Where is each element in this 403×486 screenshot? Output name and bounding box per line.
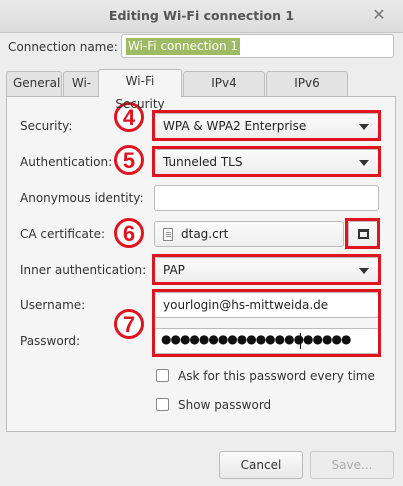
ask-password-checkbox[interactable] <box>156 369 169 382</box>
security-label: Security: <box>20 119 73 133</box>
ask-password-label: Ask for this password every time <box>178 369 375 383</box>
tab-general[interactable]: General <box>6 71 62 96</box>
connection-name-label: Connection name: <box>8 40 118 54</box>
cancel-button[interactable]: Cancel <box>219 451 303 479</box>
authentication-label: Authentication: <box>20 155 113 169</box>
dialog-window: Editing Wi-Fi connection 1 ✕ Connection … <box>0 0 403 486</box>
inner-authentication-label: Inner authentication: <box>20 263 147 277</box>
save-button[interactable]: Save... <box>310 451 394 479</box>
tab-wifi-security[interactable]: Wi-Fi Security <box>98 69 182 111</box>
highlight-credentials <box>152 289 381 357</box>
connection-name-input[interactable]: Wi-Fi connection 1 <box>121 34 394 58</box>
annotation-badge-5: 5 <box>114 145 144 175</box>
ca-certificate-value: dtag.crt <box>181 227 229 241</box>
document-icon <box>163 228 173 241</box>
connection-name-value: Wi-Fi connection 1 <box>126 38 241 55</box>
annotation-badge-7: 7 <box>114 309 144 339</box>
tab-ipv6-settings[interactable]: IPv6 Settings <box>266 71 348 113</box>
username-label: Username: <box>20 298 86 312</box>
close-icon[interactable]: ✕ <box>371 6 387 24</box>
tab-ipv4-settings[interactable]: IPv4 Settings <box>183 71 265 113</box>
anonymous-identity-label: Anonymous identity: <box>20 191 144 205</box>
show-password-checkbox[interactable] <box>156 398 169 411</box>
highlight-inner-authentication <box>152 254 381 285</box>
title-bar: Editing Wi-Fi connection 1 ✕ <box>0 0 403 33</box>
anonymous-identity-input[interactable] <box>154 185 379 211</box>
ca-certificate-file-button[interactable]: dtag.crt <box>154 221 344 247</box>
show-password-label: Show password <box>178 398 272 412</box>
highlight-ca-browse <box>345 218 380 249</box>
highlight-authentication <box>152 146 381 177</box>
password-label: Password: <box>20 334 81 348</box>
highlight-security <box>152 110 381 141</box>
ca-certificate-label: CA certificate: <box>20 227 105 241</box>
tab-wifi[interactable]: Wi-Fi <box>63 71 100 113</box>
annotation-badge-6: 6 <box>114 218 144 248</box>
window-title: Editing Wi-Fi connection 1 <box>108 8 295 23</box>
